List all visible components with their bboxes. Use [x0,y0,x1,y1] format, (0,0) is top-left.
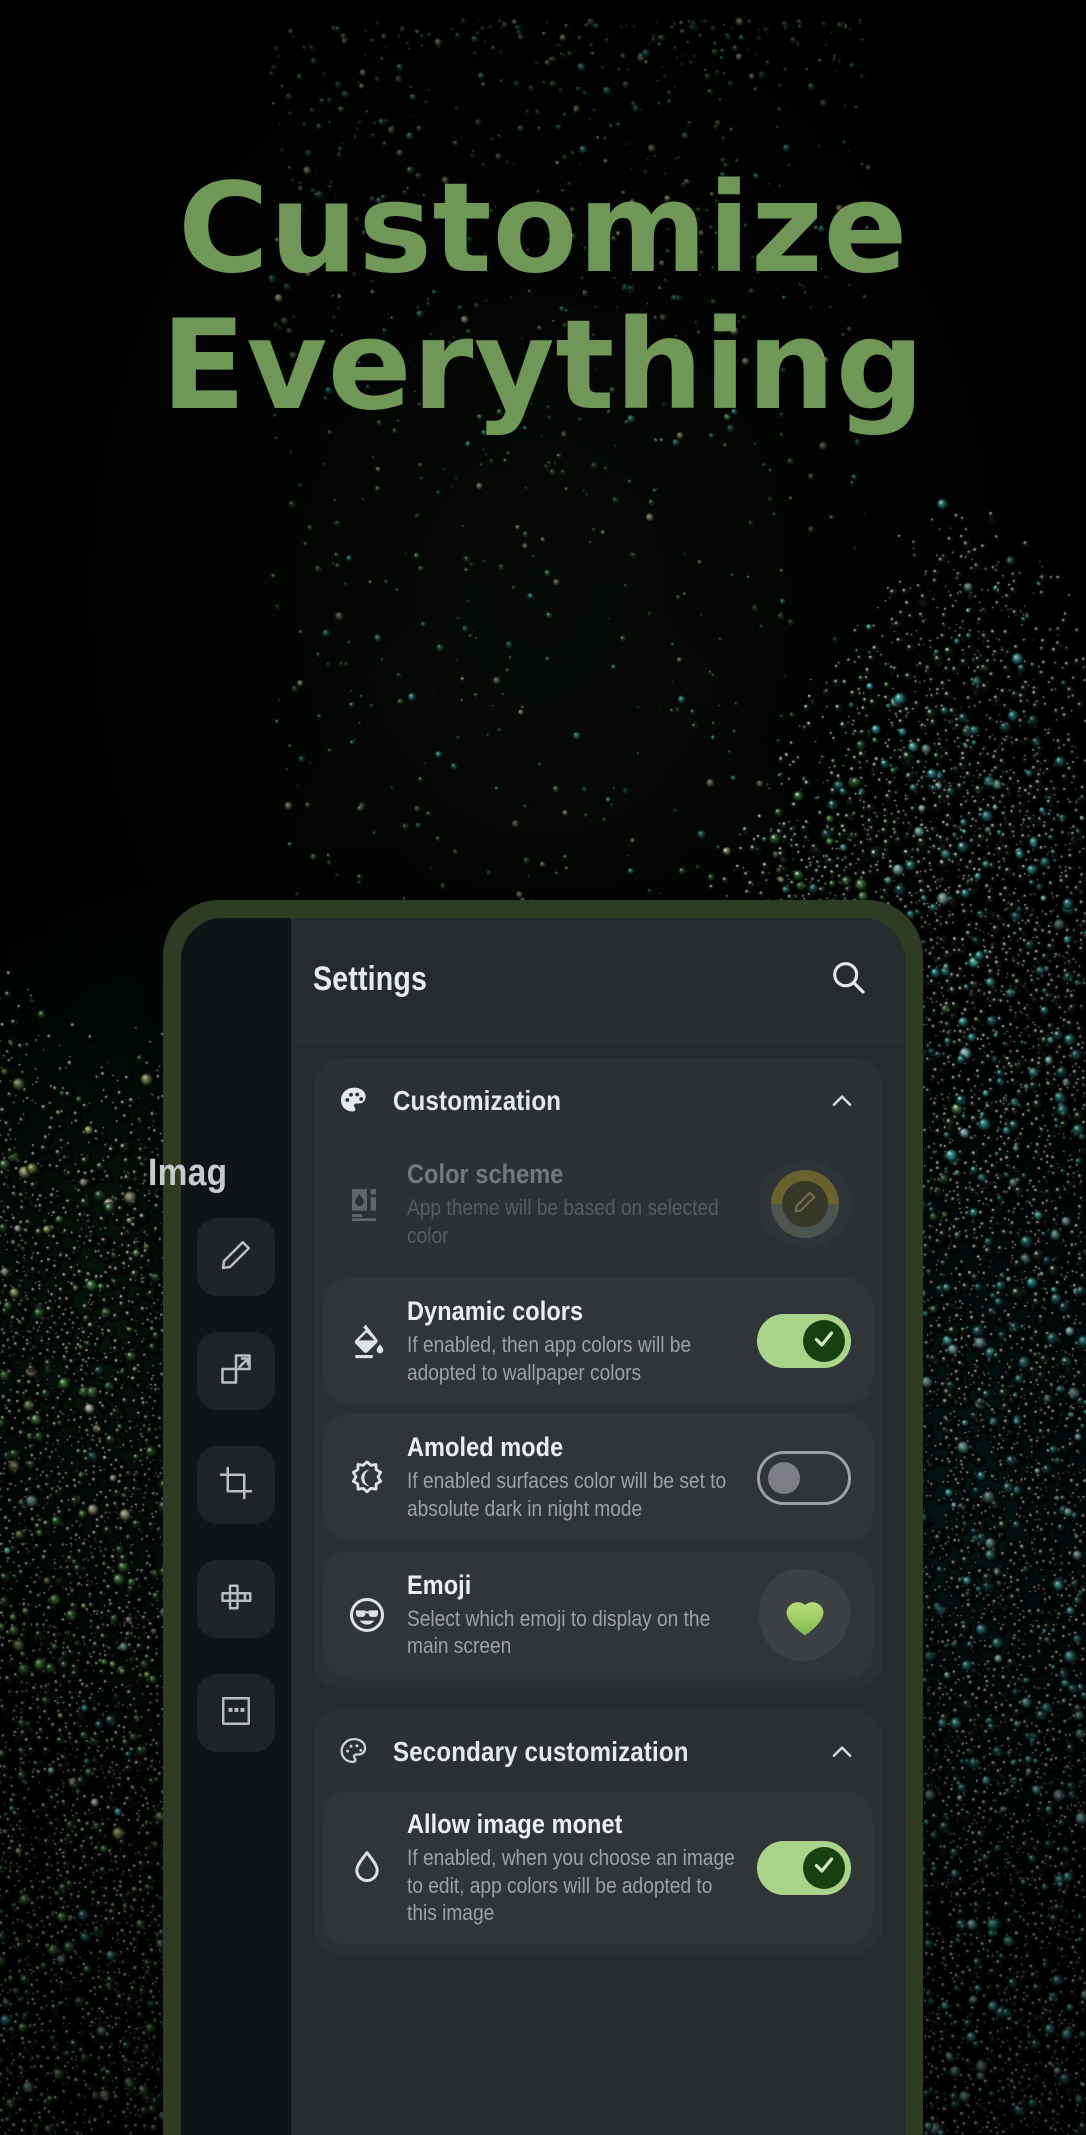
row-title: Emoji [407,1569,472,1600]
check-icon [811,1326,837,1357]
toggle-knob [803,1846,845,1889]
section-header-secondary-customization[interactable]: Secondary customization [313,1709,883,1791]
blocks-tool-button[interactable] [197,1560,275,1638]
chevron-up-icon[interactable] [827,1737,857,1767]
draw-tool-button[interactable] [197,1218,275,1296]
color-wheel [771,1170,839,1238]
page-title: Settings [313,960,428,998]
row-title: Dynamic colors [407,1296,584,1326]
moon-star-icon [347,1458,387,1498]
toggle-amoled-mode[interactable] [757,1450,851,1505]
row-text: Color scheme App theme will be based on … [407,1159,739,1249]
row-subtitle: If enabled, when you choose an image to … [407,1844,735,1926]
color-swatch-button[interactable] [759,1158,851,1250]
editor-image-label: Imag [148,1152,228,1194]
row-allow-image-monet[interactable]: Allow image monet If enabled, when you c… [323,1790,873,1946]
check-icon [811,1852,837,1883]
swatch-center [782,1181,828,1227]
water-drop-icon [347,1848,387,1888]
settings-scroll-body[interactable]: Customization Color scheme App theme wil… [291,1042,905,2135]
toggle-allow-image-monet[interactable] [757,1840,851,1895]
row-text: Amoled mode If enabled surfaces color wi… [407,1432,737,1522]
emoji-picker-button[interactable] [759,1568,851,1661]
row-title: Amoled mode [407,1432,564,1463]
color-palette-book-icon [347,1184,387,1224]
palette-outline-icon [337,1735,371,1769]
row-dynamic-colors[interactable]: Dynamic colors If enabled, then app colo… [323,1278,873,1405]
pixelate-tool-button[interactable] [197,1674,275,1752]
row-subtitle: If enabled, then app colors will be adop… [407,1332,692,1385]
hero-line-2: Everything [161,294,925,439]
toggle-knob [768,1461,800,1494]
settings-pane: Settings Customization Color scheme App … [291,918,905,2135]
hero-headline: Customize Everything [0,157,1086,439]
chevron-up-icon[interactable] [827,1086,857,1116]
section-customization: Customization Color scheme App theme wil… [313,1058,883,1689]
row-text: Dynamic colors If enabled, then app colo… [407,1296,737,1386]
row-color-scheme[interactable]: Color scheme App theme will be based on … [323,1140,873,1268]
row-amoled-mode[interactable]: Amoled mode If enabled surfaces color wi… [323,1414,873,1541]
phone-mockup: Settings Customization Color scheme App … [163,900,923,2135]
search-button[interactable] [825,957,871,1003]
row-text: Emoji Select which emoji to display on t… [407,1570,739,1660]
promo-screenshot: Customize Everything Settings Customizat… [0,0,1086,2135]
pencil-icon [792,1189,818,1220]
resize-icon [218,1351,254,1392]
sunglasses-smiley-icon [347,1595,387,1635]
toggle-knob [803,1320,845,1363]
row-text: Allow image monet If enabled, when you c… [407,1809,737,1927]
paint-bucket-icon [347,1321,387,1361]
green-heart-icon [778,1588,832,1642]
row-title: Color scheme [407,1158,564,1189]
section-header-customization[interactable]: Customization [313,1058,883,1140]
grid-icon [218,1693,254,1734]
section-secondary-customization: Secondary customization Allow image mone… [313,1708,883,1956]
blocks-icon [218,1579,254,1620]
pencil-icon [218,1237,254,1278]
editor-tool-rail [181,918,291,2135]
row-title: Allow image monet [407,1808,623,1839]
row-emoji[interactable]: Emoji Select which emoji to display on t… [323,1550,873,1679]
resize-tool-button[interactable] [197,1332,275,1410]
crop-tool-button[interactable] [197,1446,275,1524]
row-subtitle: Select which emoji to display on the mai… [407,1605,711,1659]
row-subtitle: App theme will be based on selected colo… [407,1194,719,1248]
palette-filled-icon [337,1084,371,1118]
hero-line-1: Customize [177,157,909,301]
section-title: Secondary customization [393,1735,689,1767]
crop-icon [218,1465,254,1506]
toggle-dynamic-colors[interactable] [757,1314,851,1369]
row-subtitle: If enabled surfaces color will be set to… [407,1468,727,1522]
settings-appbar: Settings [291,918,905,1042]
search-icon [828,957,868,1002]
section-title: Customization [393,1085,562,1116]
phone-screen: Settings Customization Color scheme App … [181,918,905,2135]
